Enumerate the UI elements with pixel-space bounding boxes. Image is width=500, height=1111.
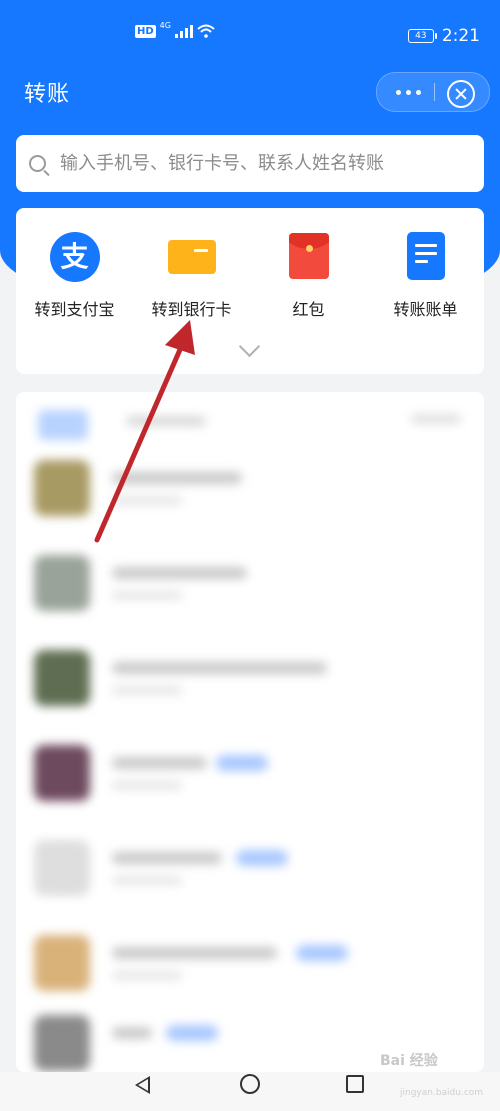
watermark-logo: Bai 经验: [380, 1053, 438, 1069]
list-header: [16, 392, 484, 452]
list-item[interactable]: [16, 927, 484, 997]
watermark-url: jingyan.baidu.com: [400, 1088, 484, 1098]
list-item[interactable]: [16, 452, 484, 522]
action-transfer-to-alipay[interactable]: 支 转到支付宝: [16, 232, 133, 320]
recent-apps-icon[interactable]: [346, 1075, 364, 1093]
action-label: 红包: [292, 300, 325, 319]
alipay-icon: 支: [49, 232, 100, 282]
status-time: 2:21: [441, 26, 480, 46]
wifi-icon: [197, 24, 215, 38]
action-label: 转到银行卡: [151, 300, 232, 319]
back-icon[interactable]: [135, 1076, 150, 1094]
quick-actions-card: 支 转到支付宝 转到银行卡 红包 转账账单: [16, 208, 484, 374]
action-label: 转账账单: [393, 300, 458, 319]
more-dots-icon[interactable]: [387, 73, 429, 111]
search-icon: [29, 155, 46, 172]
chevron-down-icon[interactable]: [238, 335, 261, 358]
red-packet-icon: [284, 232, 334, 282]
hd-badge: HD: [135, 24, 156, 38]
capsule-divider: [434, 83, 435, 101]
close-circle-icon[interactable]: [447, 80, 475, 108]
action-label: 转到支付宝: [34, 300, 115, 319]
mini-app-capsule: [376, 72, 490, 112]
bank-card-icon: [167, 232, 217, 282]
status-right: 43 2:21: [407, 26, 480, 46]
bill-icon: [401, 232, 451, 282]
status-left: HD 4G: [135, 20, 215, 38]
network-label: 4G: [159, 20, 171, 30]
recent-contacts-list: [16, 392, 484, 1072]
signal-icon: [174, 24, 193, 38]
list-item[interactable]: [16, 642, 484, 712]
list-item[interactable]: [16, 547, 484, 617]
action-red-packet[interactable]: 红包: [250, 232, 367, 320]
action-transfer-bills[interactable]: 转账账单: [367, 232, 484, 320]
search-input[interactable]: [58, 152, 462, 175]
list-item[interactable]: [16, 737, 484, 807]
status-bar: HD 4G 43 2:21: [0, 0, 500, 56]
action-transfer-to-bank-card[interactable]: 转到银行卡: [133, 232, 250, 320]
search-bar[interactable]: [16, 135, 484, 192]
page-title: 转账: [24, 82, 71, 107]
list-item[interactable]: [16, 832, 484, 902]
battery-icon: 43: [407, 29, 437, 43]
home-icon[interactable]: [240, 1074, 260, 1094]
